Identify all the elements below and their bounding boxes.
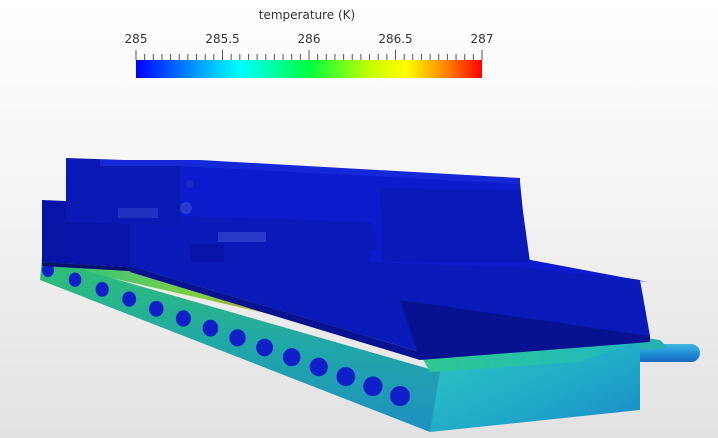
channel-hole: [95, 281, 109, 297]
channel-hole: [122, 291, 137, 307]
channel-hole: [68, 272, 82, 287]
channel-hole: [309, 357, 328, 377]
channel-hole: [282, 348, 301, 367]
channel-hole: [363, 376, 383, 397]
channel-hole: [256, 338, 274, 357]
render-viewport[interactable]: temperature (K) 285 285.5 286 286.5 287: [0, 0, 718, 438]
channel-hole: [390, 386, 410, 406]
channel-hole: [336, 367, 356, 387]
channel-hole: [175, 310, 191, 327]
model-render: [40, 158, 700, 432]
channel-hole: [202, 319, 219, 337]
channel-hole: [149, 300, 164, 317]
channel-hole: [229, 329, 246, 347]
